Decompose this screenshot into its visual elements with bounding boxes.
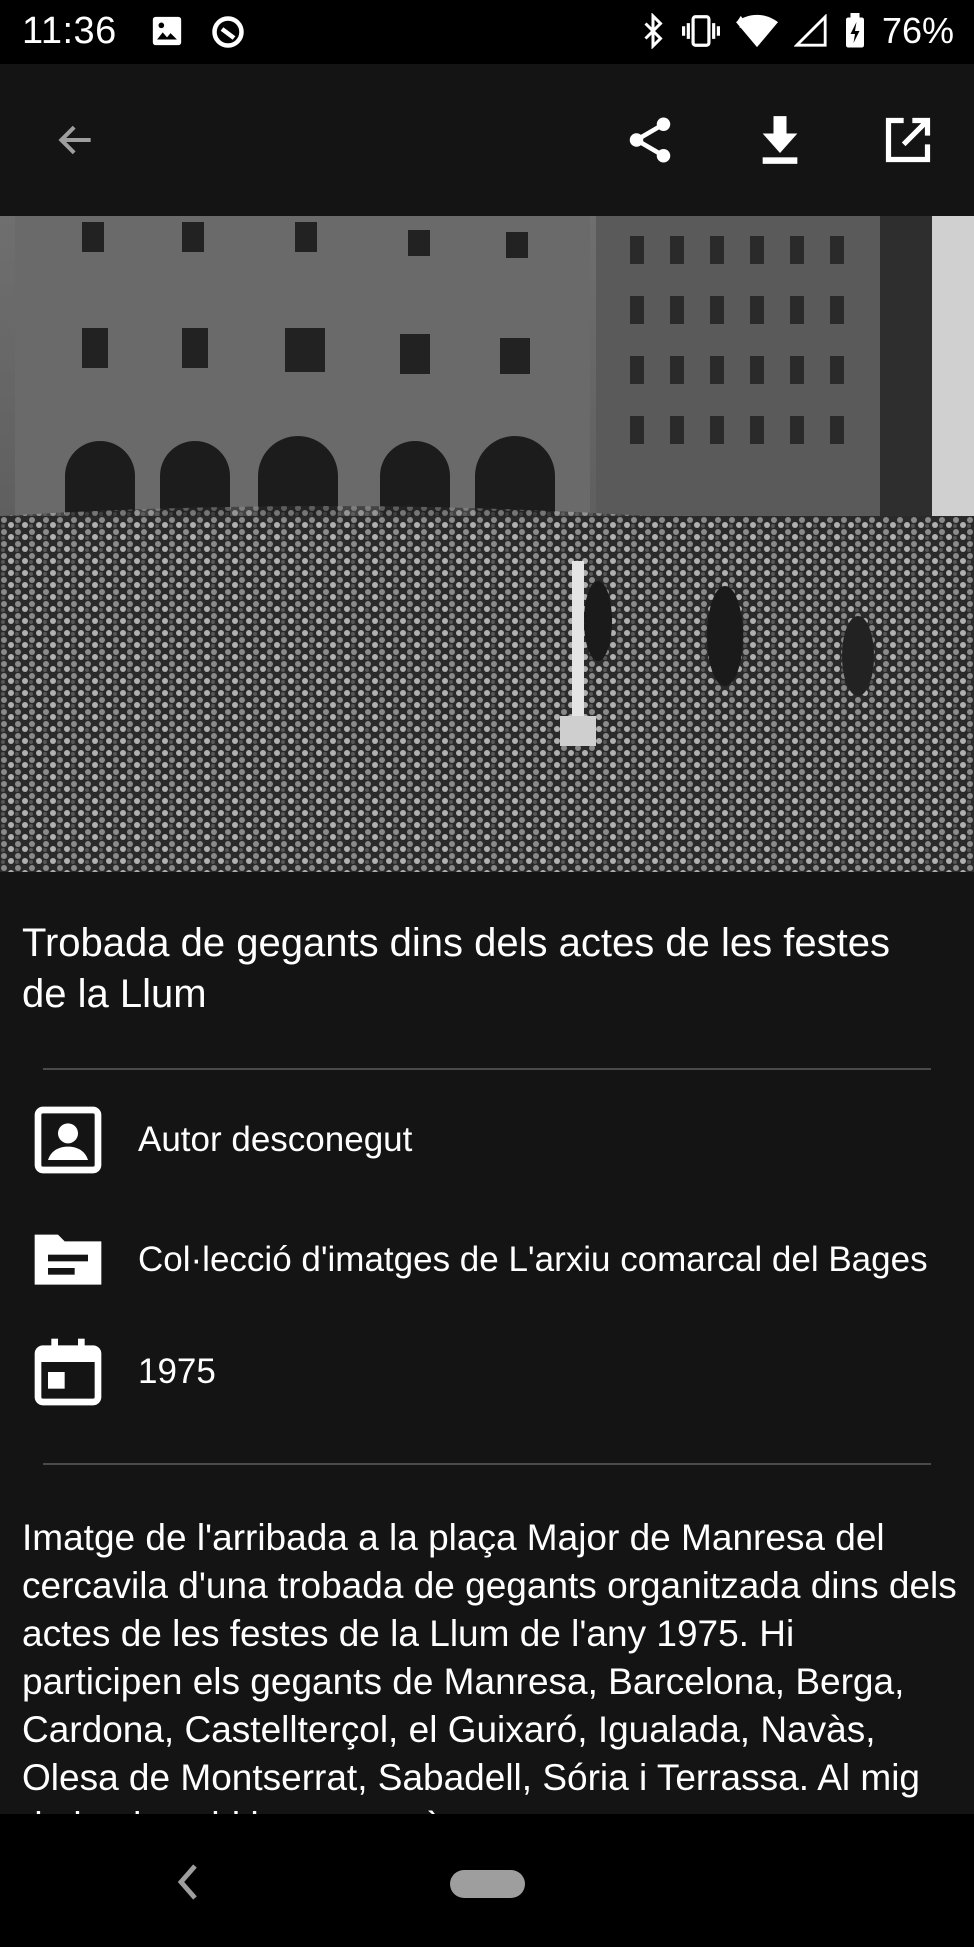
nav-back-icon[interactable] (172, 1862, 202, 1902)
share-button[interactable] (620, 110, 680, 170)
status-system-icons: 76% (640, 10, 954, 52)
item-title: Trobada de gegants dins dels actes de le… (22, 921, 890, 1016)
status-bar: 11:36 76% (0, 0, 974, 64)
account-box-icon (34, 1106, 102, 1174)
cell-signal-icon (793, 14, 827, 47)
vibrate-icon (681, 15, 720, 47)
bluetooth-icon (644, 13, 663, 49)
author-text: Autor desconegut (138, 1120, 413, 1159)
status-notification-icons (150, 14, 246, 50)
collection-text: Col·lecció d'imatges de L'arxiu comarcal… (138, 1240, 928, 1279)
calendar-icon (34, 1338, 102, 1406)
year-text: 1975 (138, 1352, 216, 1391)
share-icon (629, 117, 671, 163)
item-photo[interactable] (0, 216, 974, 872)
divider-top (43, 1068, 931, 1070)
divider-bottom (43, 1463, 931, 1465)
open-in-new-icon (885, 117, 931, 163)
arrow-back-icon (58, 125, 91, 155)
photo-image (0, 216, 974, 872)
sync-notification-icon (212, 16, 244, 48)
nav-home-pill[interactable] (450, 1870, 525, 1898)
item-description: Imatge de l'arribada a la plaça Major de… (22, 1517, 957, 1814)
app-toolbar (0, 64, 974, 216)
battery-charging-icon (845, 13, 864, 48)
system-nav-bar (0, 1814, 974, 1947)
folder-icon (34, 1234, 102, 1285)
wifi-icon (735, 14, 778, 48)
status-time: 11:36 (22, 10, 117, 52)
back-button[interactable] (46, 110, 106, 170)
battery-percentage: 76% (881, 10, 954, 51)
download-button[interactable] (750, 110, 810, 170)
download-icon (762, 116, 798, 164)
image-notification-icon (152, 16, 182, 46)
open-external-button[interactable] (878, 110, 938, 170)
